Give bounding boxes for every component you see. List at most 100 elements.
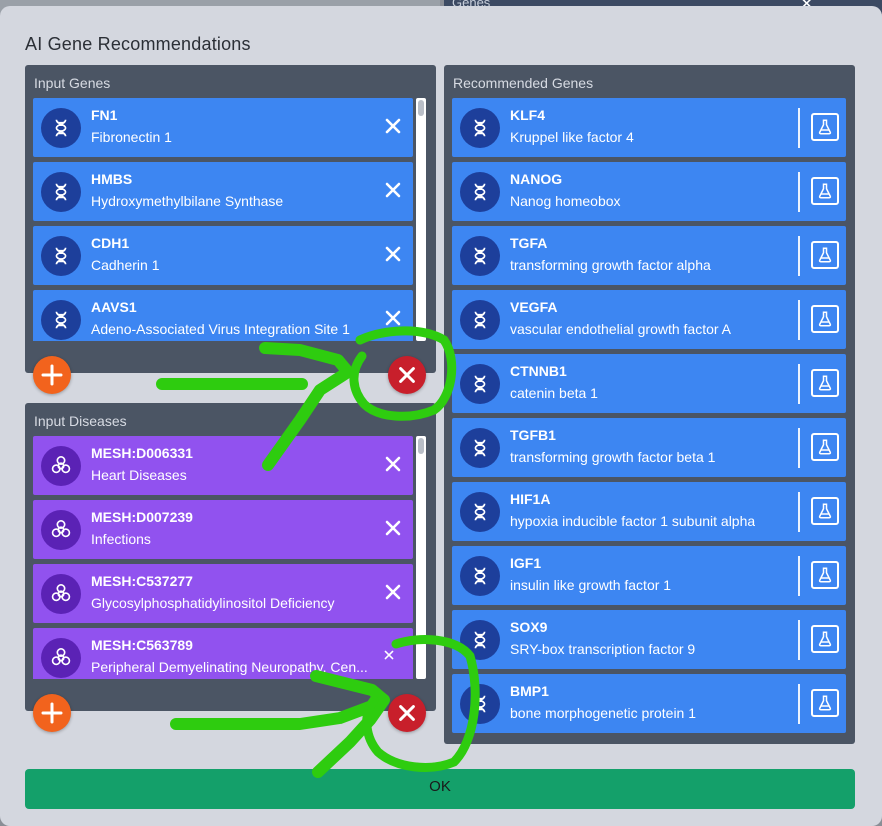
dna-icon — [460, 300, 500, 340]
gene-name: insulin like growth factor 1 — [510, 577, 672, 593]
gene-name: Adeno-Associated Virus Integration Site … — [91, 321, 350, 337]
dna-icon — [460, 620, 500, 660]
gene-name: Nanog homeobox — [510, 193, 621, 209]
close-icon[interactable] — [383, 518, 403, 538]
card-divider — [798, 556, 800, 596]
recommended-gene-card[interactable]: TGFB1 transforming growth factor beta 1 — [452, 418, 846, 477]
disease-name: Heart Diseases — [91, 467, 187, 483]
gene-name: transforming growth factor alpha — [510, 257, 711, 273]
input-genes-scroll-thumb[interactable] — [418, 100, 424, 116]
flask-icon[interactable] — [811, 433, 839, 461]
close-icon[interactable] — [383, 180, 403, 200]
input-diseases-panel: Input Diseases MESH:D006331 Heart Diseas… — [25, 403, 436, 711]
recommended-gene-card[interactable]: NANOG Nanog homeobox — [452, 162, 846, 221]
gene-symbol: TGFB1 — [510, 427, 556, 443]
gene-symbol: NANOG — [510, 171, 563, 187]
gene-symbol: FN1 — [91, 107, 118, 123]
gene-symbol: CDH1 — [91, 235, 130, 251]
gene-name: Cadherin 1 — [91, 257, 160, 273]
gene-name: bone morphogenetic protein 1 — [510, 705, 697, 721]
gene-symbol: IGF1 — [510, 555, 542, 571]
recommended-gene-card[interactable]: TGFA transforming growth factor alpha — [452, 226, 846, 285]
dna-icon — [41, 236, 81, 276]
disease-id: MESH:D007239 — [91, 509, 193, 525]
biohazard-icon — [41, 638, 81, 678]
recommended-gene-card[interactable]: IGF1 insulin like growth factor 1 — [452, 546, 846, 605]
disease-name: Glycosylphosphatidylinositol Deficiency — [91, 595, 335, 611]
close-icon[interactable] — [383, 582, 403, 602]
add-disease-button[interactable] — [33, 694, 71, 732]
add-gene-button[interactable] — [33, 356, 71, 394]
gene-symbol: HMBS — [91, 171, 133, 187]
flask-icon[interactable] — [811, 241, 839, 269]
gene-name: hypoxia inducible factor 1 subunit alpha — [510, 513, 756, 529]
flask-icon[interactable] — [811, 177, 839, 205]
disease-name: Peripheral Demyelinating Neuropathy, Cen… — [91, 659, 368, 675]
gene-symbol: VEGFA — [510, 299, 558, 315]
recommended-gene-card[interactable]: VEGFA vascular endothelial growth factor … — [452, 290, 846, 349]
input-genes-panel: Input Genes FN1 Fibronectin 1 HMBS Hydro… — [25, 65, 436, 373]
input-disease-card[interactable]: MESH:D006331 Heart Diseases — [33, 436, 413, 495]
recommended-gene-card[interactable]: KLF4 Kruppel like factor 4 — [452, 98, 846, 157]
flask-icon[interactable] — [811, 689, 839, 717]
biohazard-icon — [41, 446, 81, 486]
flask-icon[interactable] — [811, 625, 839, 653]
input-genes-scrollbar[interactable] — [416, 98, 426, 341]
close-icon[interactable] — [383, 454, 403, 474]
gene-symbol: TGFA — [510, 235, 548, 251]
dna-icon — [460, 364, 500, 404]
dna-icon — [460, 172, 500, 212]
dialog-title: AI Gene Recommendations — [25, 34, 251, 54]
input-gene-card[interactable]: FN1 Fibronectin 1 — [33, 98, 413, 157]
clear-diseases-button[interactable] — [388, 694, 426, 732]
input-gene-card[interactable]: AAVS1 Adeno-Associated Virus Integration… — [33, 290, 413, 341]
dna-icon — [460, 684, 500, 724]
input-disease-card[interactable]: MESH:C537277 Glycosylphosphatidylinosito… — [33, 564, 413, 623]
flask-icon[interactable] — [811, 369, 839, 397]
flask-icon[interactable] — [811, 561, 839, 589]
close-icon[interactable] — [383, 244, 403, 264]
card-divider — [798, 300, 800, 340]
flask-icon[interactable] — [811, 305, 839, 333]
biohazard-icon — [41, 574, 81, 614]
gene-name: Hydroxymethylbilane Synthase — [91, 193, 284, 209]
gene-name: Kruppel like factor 4 — [510, 129, 634, 145]
recommended-gene-card[interactable]: HIF1A hypoxia inducible factor 1 subunit … — [452, 482, 846, 541]
dna-icon — [460, 492, 500, 532]
card-divider — [798, 236, 800, 276]
input-diseases-scrollbar[interactable] — [416, 436, 426, 679]
recommended-genes-label: Recommended Genes — [453, 75, 594, 91]
dna-icon — [460, 428, 500, 468]
flask-icon[interactable] — [811, 113, 839, 141]
card-divider — [798, 428, 800, 468]
card-divider — [798, 620, 800, 660]
gene-name: transforming growth factor beta 1 — [510, 449, 716, 465]
input-disease-card[interactable]: MESH:D007239 Infections — [33, 500, 413, 559]
input-gene-card[interactable]: CDH1 Cadherin 1 — [33, 226, 413, 285]
close-icon[interactable] — [383, 648, 403, 668]
disease-name: Infections — [91, 531, 151, 547]
ok-button[interactable]: OK — [25, 769, 855, 809]
gene-symbol: HIF1A — [510, 491, 551, 507]
close-icon[interactable] — [383, 116, 403, 136]
disease-id: MESH:D006331 — [91, 445, 193, 461]
x-circle-icon — [399, 367, 415, 383]
input-diseases-scroll-thumb[interactable] — [418, 438, 424, 454]
biohazard-icon — [41, 510, 81, 550]
card-divider — [798, 108, 800, 148]
recommended-genes-list: KLF4 Kruppel like factor 4 NANOG Nanog home… — [452, 98, 846, 738]
recommended-gene-card[interactable]: SOX9 SRY-box transcription factor 9 — [452, 610, 846, 669]
clear-genes-button[interactable] — [388, 356, 426, 394]
flask-icon[interactable] — [811, 497, 839, 525]
recommended-gene-card[interactable]: CTNNB1 catenin beta 1 — [452, 354, 846, 413]
input-disease-card[interactable]: MESH:C563789 Peripheral Demyelinating Ne… — [33, 628, 413, 679]
gene-symbol: AAVS1 — [91, 299, 137, 315]
gene-name: Fibronectin 1 — [91, 129, 172, 145]
plus-icon — [41, 364, 63, 386]
plus-icon — [41, 702, 63, 724]
input-gene-card[interactable]: HMBS Hydroxymethylbilane Synthase — [33, 162, 413, 221]
recommended-gene-card[interactable]: BMP1 bone morphogenetic protein 1 — [452, 674, 846, 733]
input-genes-list: FN1 Fibronectin 1 HMBS Hydroxymethylbila… — [33, 98, 413, 341]
disease-id: MESH:C563789 — [91, 637, 193, 653]
close-icon[interactable] — [383, 308, 403, 328]
